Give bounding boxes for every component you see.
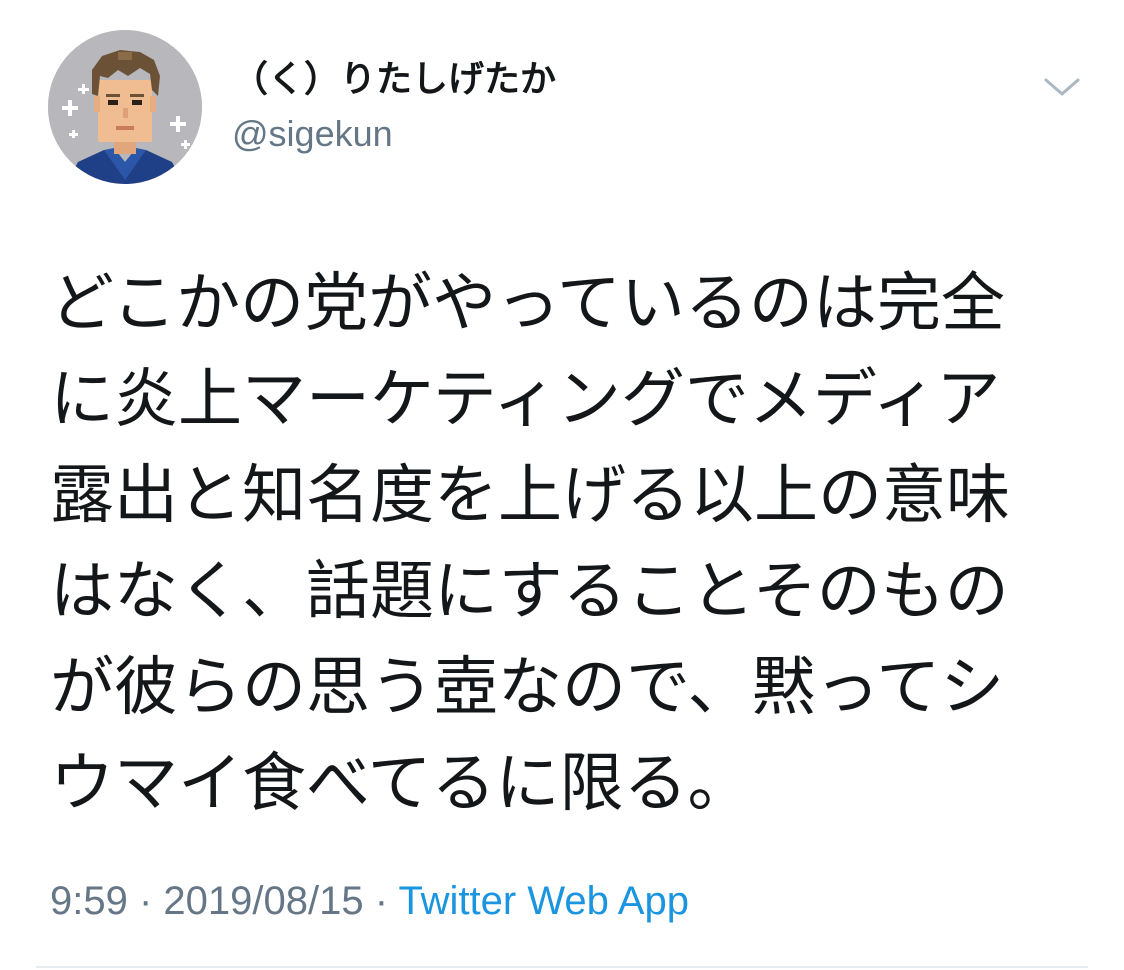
tweet-text-line: に炎上マーケティングでメディア <box>50 363 1001 437</box>
chevron-down-icon <box>1044 78 1080 96</box>
tweet-text-line: ウマイ食べてるに限る。 <box>50 747 752 821</box>
avatar[interactable] <box>48 30 202 184</box>
tweet-text-line: どこかの党がやっているのは完全 <box>50 267 1005 341</box>
meta-separator: · <box>127 879 164 923</box>
tweet-date[interactable]: 2019/08/15 <box>163 879 363 923</box>
tweet-meta: 9:59 · 2019/08/15 · Twitter Web App <box>50 876 689 926</box>
tweet-menu-button[interactable] <box>1036 62 1088 114</box>
tweet-time[interactable]: 9:59 <box>50 879 128 923</box>
avatar-image <box>48 30 202 184</box>
display-name[interactable]: （く）りたしげたか <box>232 58 556 102</box>
user-handle[interactable]: @sigekun <box>232 112 393 156</box>
tweet: （く）りたしげたか @sigekun どこかの党がやっているのは完全 に炎上マー… <box>0 0 1124 970</box>
meta-separator: · <box>363 879 399 923</box>
tweet-text-line: はなく、話題にすることそのもの <box>50 555 1009 629</box>
tweet-body: どこかの党がやっているのは完全 に炎上マーケティングでメディア 露出と知名度を上… <box>50 256 1050 832</box>
divider <box>36 966 1088 968</box>
tweet-text-line: 露出と知名度を上げる以上の意味 <box>50 459 1010 533</box>
tweet-text-line: が彼らの思う壺なので、黙ってシ <box>50 651 1005 725</box>
tweet-source-link[interactable]: Twitter Web App <box>398 879 689 923</box>
